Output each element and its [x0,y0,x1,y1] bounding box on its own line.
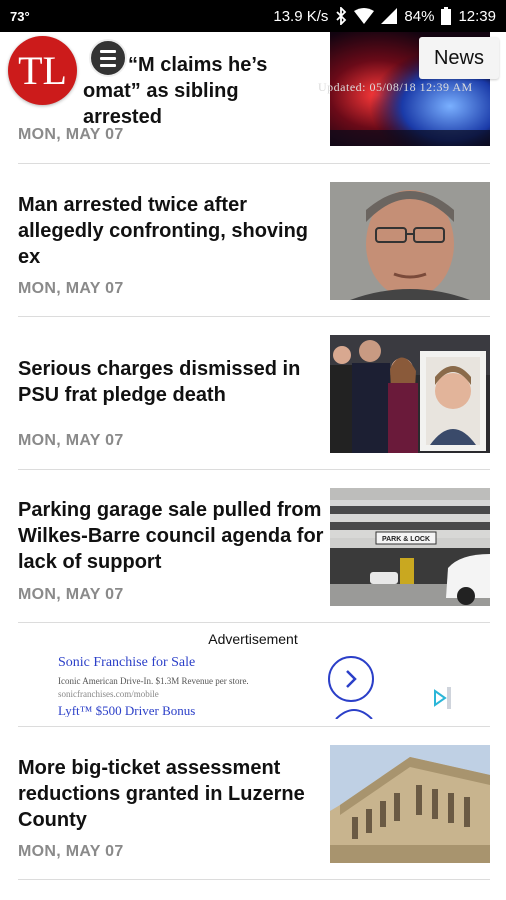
hamburger-icon-bar [100,63,116,67]
bluetooth-icon [336,7,347,25]
ad-body: Iconic American Drive-In. $1.3M Revenue … [58,676,249,686]
article-title: More big-ticket assessment reductions gr… [18,757,305,831]
article-card[interactable]: Parking garage sale pulled from Wilkes-B… [0,470,506,623]
ad-title[interactable]: Sonic Franchise for Sale [58,655,195,671]
article-thumbnail [330,335,490,453]
section-button[interactable]: News [419,37,499,79]
article-date: MON, MAY 07 [18,843,124,860]
article-title: Parking garage sale pulled from Wilkes-B… [18,499,324,573]
article-card[interactable]: Man arrested twice after allegedly confr… [0,164,506,317]
article-thumbnail [330,745,490,863]
article-card[interactable]: Serious charges dismissed in PSU frat pl… [0,317,506,470]
battery-icon [441,7,452,25]
article-date: MON, MAY 07 [18,280,124,297]
clock: 12:39 [458,7,496,25]
menu-button[interactable] [89,39,127,77]
article-date: MON, MAY 07 [18,432,124,449]
ad-label: Advertisement [208,631,298,647]
updated-timestamp: Updated: 05/08/18 12:39 AM [318,80,473,94]
ad-next-title[interactable]: Lyft™ $500 Driver Bonus [58,703,195,717]
ad-next-button[interactable] [328,656,374,702]
article-title: Man arrested twice after allegedly confr… [18,194,309,268]
ad-choices-icon[interactable] [433,687,451,709]
article-thumbnail [330,182,490,300]
garage-sign: PARK & LOCK [382,536,430,543]
hamburger-icon-bar [100,56,116,60]
site-logo[interactable]: TL [8,36,77,105]
article-date: MON, MAY 07 [18,586,124,603]
divider [18,879,490,880]
article-thumbnail: PARK & LOCK [330,488,490,606]
network-speed: 13.9 K/s [273,7,329,25]
article-title: Serious charges dismissed in PSU frat pl… [18,358,301,406]
article-date: MON, MAY 07 [18,126,124,143]
chevron-right-icon [346,670,357,688]
ad-card[interactable]: Advertisement Sonic Franchise for Sale I… [0,623,506,727]
hamburger-icon-bar [100,49,116,53]
wifi-icon [354,8,375,24]
ad-circle-fragment [335,709,373,719]
article-card[interactable]: More big-ticket assessment reductions gr… [0,727,506,880]
ad-url: sonicfranchises.com/mobile [58,689,159,699]
battery-level: 84% [404,7,435,25]
status-bar: 73° 13.9 K/s 84% 12:39 [0,0,506,32]
temperature: 73° [10,8,30,24]
signal-icon [381,8,398,24]
